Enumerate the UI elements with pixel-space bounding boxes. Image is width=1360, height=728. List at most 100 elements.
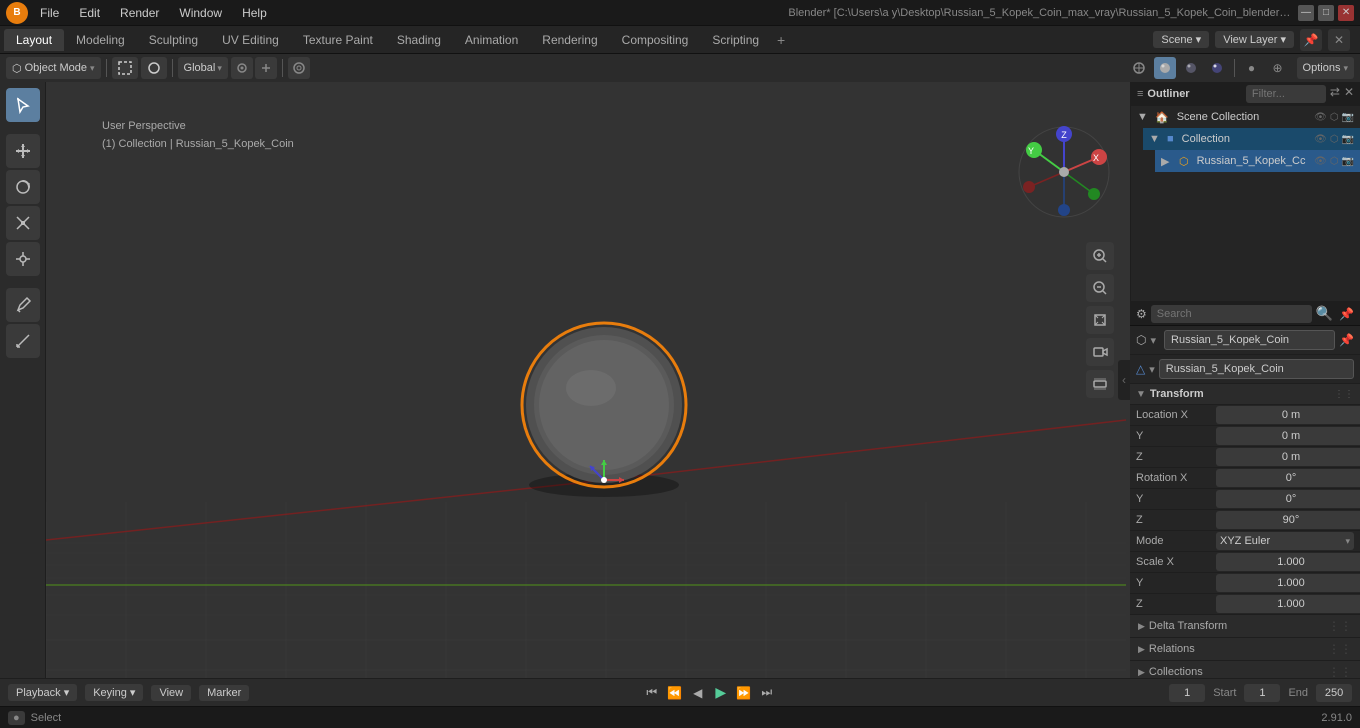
- cursor-tool-btn[interactable]: [6, 88, 40, 122]
- outliner-close-btn[interactable]: ✕: [1344, 85, 1354, 103]
- playback-btn[interactable]: Playback ▾: [8, 684, 77, 701]
- tab-modeling[interactable]: Modeling: [64, 29, 137, 51]
- collection-vp-icon[interactable]: ⬡: [1330, 134, 1339, 145]
- rotation-mode-dropdown[interactable]: XYZ Euler ▾: [1216, 532, 1354, 550]
- view-btn[interactable]: View: [151, 685, 191, 701]
- menu-window[interactable]: Window: [171, 4, 230, 22]
- menu-file[interactable]: File: [32, 4, 67, 22]
- outliner-object[interactable]: ▶ ⬡ Russian_5_Kopek_Cc 👁 ⬡ 📷: [1155, 150, 1360, 172]
- play-reverse-btn[interactable]: ◀: [688, 683, 708, 703]
- close-btn[interactable]: ✕: [1338, 5, 1354, 21]
- step-back-btn[interactable]: ⏪: [665, 683, 685, 703]
- overlay-btn[interactable]: ●: [1241, 57, 1263, 79]
- step-forward-btn[interactable]: ⏩: [734, 683, 754, 703]
- pin-scene-btn[interactable]: 📌: [1300, 29, 1322, 51]
- keying-btn[interactable]: Keying ▾: [85, 684, 143, 701]
- marker-btn[interactable]: Marker: [199, 685, 249, 701]
- rotate-tool-btn[interactable]: [6, 170, 40, 204]
- camera-view-btn[interactable]: [1086, 338, 1114, 366]
- minimize-btn[interactable]: —: [1298, 5, 1314, 21]
- snap-toggle-btn[interactable]: [231, 57, 253, 79]
- props-pin-btn[interactable]: 📌: [1339, 307, 1354, 321]
- scale-y-input[interactable]: [1216, 574, 1360, 592]
- tab-uv-editing[interactable]: UV Editing: [210, 29, 291, 51]
- layers-btn[interactable]: [1086, 370, 1114, 398]
- view-layer-selector[interactable]: View Layer ▾: [1215, 31, 1294, 48]
- menu-edit[interactable]: Edit: [71, 4, 108, 22]
- object-name-input[interactable]: [1164, 330, 1335, 350]
- props-search-icon[interactable]: 🔍: [1316, 305, 1333, 322]
- scale-tool-btn[interactable]: [6, 206, 40, 240]
- play-btn[interactable]: ▶: [711, 683, 731, 703]
- close-scene-btn[interactable]: ✕: [1328, 29, 1350, 51]
- visibility-icon[interactable]: 👁: [1314, 112, 1327, 123]
- menu-render[interactable]: Render: [112, 4, 167, 22]
- tab-compositing[interactable]: Compositing: [610, 29, 701, 51]
- object-vis-icon[interactable]: 👁: [1314, 156, 1327, 167]
- props-tabs-icon[interactable]: ⚙: [1136, 307, 1147, 321]
- location-z-input[interactable]: [1216, 448, 1360, 466]
- rendered-btn[interactable]: [1206, 57, 1228, 79]
- delta-transform-section[interactable]: ▶ Delta Transform ⋮⋮: [1130, 615, 1360, 638]
- zoom-out-btn[interactable]: [1086, 274, 1114, 302]
- properties-search-input[interactable]: [1151, 305, 1312, 323]
- outliner-scene-collection[interactable]: ▼ 🏠 Scene Collection 👁 ⬡ 📷: [1131, 106, 1360, 128]
- rotation-x-input[interactable]: [1216, 469, 1360, 487]
- mode-dropdown[interactable]: ⬡ Object Mode ▾: [6, 57, 101, 79]
- measure-tool-btn[interactable]: [6, 324, 40, 358]
- options-btn[interactable]: Options ▾: [1297, 57, 1354, 79]
- start-frame-input[interactable]: [1244, 684, 1280, 702]
- jump-to-end-btn[interactable]: ⏭: [757, 683, 777, 703]
- blender-logo[interactable]: B: [6, 2, 28, 24]
- material-preview-btn[interactable]: [1180, 57, 1202, 79]
- object-vp-icon[interactable]: ⬡: [1330, 156, 1339, 167]
- scene-selector[interactable]: Scene ▾: [1153, 31, 1209, 48]
- menu-help[interactable]: Help: [234, 4, 275, 22]
- rotation-y-input[interactable]: [1216, 490, 1360, 508]
- outliner-search-input[interactable]: [1246, 85, 1326, 103]
- navigation-gizmo[interactable]: X Y Z: [1014, 122, 1114, 222]
- gizmo-btn[interactable]: ⊕: [1267, 57, 1289, 79]
- outliner-sync-btn[interactable]: ⇄: [1330, 85, 1340, 103]
- tab-texture-paint[interactable]: Texture Paint: [291, 29, 385, 51]
- transform-tool-btn[interactable]: [6, 242, 40, 276]
- select-icon-circle[interactable]: [141, 57, 167, 79]
- proportional-edit-btn[interactable]: [288, 57, 310, 79]
- annotate-tool-btn[interactable]: [6, 288, 40, 322]
- viewport[interactable]: -20 -10 0 10 20 30 40 50 60 70: [46, 82, 1130, 678]
- scale-z-input[interactable]: [1216, 595, 1360, 613]
- location-x-input[interactable]: [1216, 406, 1360, 424]
- zoom-extents-btn[interactable]: [1086, 306, 1114, 334]
- solid-shading-btn[interactable]: [1154, 57, 1176, 79]
- collections-section[interactable]: ▶ Collections ⋮⋮: [1130, 661, 1360, 678]
- tab-rendering[interactable]: Rendering: [530, 29, 609, 51]
- rotation-z-input[interactable]: [1216, 511, 1360, 529]
- collapse-panel-btn[interactable]: ‹: [1118, 360, 1130, 400]
- outliner-collection[interactable]: ▼ ■ Collection 👁 ⬡ 📷: [1143, 128, 1360, 150]
- viewport-icon[interactable]: ⬡: [1330, 112, 1339, 123]
- render-icon[interactable]: 📷: [1342, 112, 1354, 123]
- add-workspace-btn[interactable]: +: [771, 30, 791, 50]
- tab-layout[interactable]: Layout: [4, 29, 64, 51]
- mesh-name-input[interactable]: [1159, 359, 1354, 379]
- tab-scripting[interactable]: Scripting: [700, 29, 771, 51]
- tab-shading[interactable]: Shading: [385, 29, 453, 51]
- current-frame-input[interactable]: [1169, 684, 1205, 702]
- wireframe-btn[interactable]: [1128, 57, 1150, 79]
- scale-x-input[interactable]: [1216, 553, 1360, 571]
- snap-options-btn[interactable]: [255, 57, 277, 79]
- relations-section[interactable]: ▶ Relations ⋮⋮: [1130, 638, 1360, 661]
- object-pin-icon[interactable]: 📌: [1339, 333, 1354, 347]
- collection-vis-icon[interactable]: 👁: [1314, 134, 1327, 145]
- transform-orientation[interactable]: Global ▾: [178, 57, 228, 79]
- transform-section-header[interactable]: ▼ Transform ⋮⋮: [1130, 384, 1360, 405]
- select-icon-box[interactable]: [112, 57, 138, 79]
- zoom-in-btn[interactable]: [1086, 242, 1114, 270]
- collection-render-icon[interactable]: 📷: [1342, 134, 1354, 145]
- tab-sculpting[interactable]: Sculpting: [137, 29, 210, 51]
- move-tool-btn[interactable]: [6, 134, 40, 168]
- maximize-btn[interactable]: □: [1318, 5, 1334, 21]
- object-render-icon[interactable]: 📷: [1342, 156, 1354, 167]
- tab-animation[interactable]: Animation: [453, 29, 530, 51]
- location-y-input[interactable]: [1216, 427, 1360, 445]
